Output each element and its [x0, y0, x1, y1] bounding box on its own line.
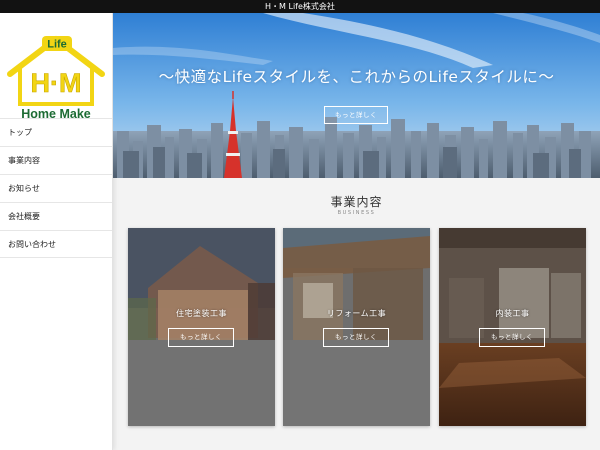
hero-headline: 〜快適なLifeスタイルを、これからのLifeスタイルに〜 — [158, 68, 555, 86]
main-nav: トップ 事業内容 お知らせ 会社概要 お問い合わせ — [0, 118, 112, 258]
business-section-subtitle: BUSINESS — [337, 210, 376, 216]
hero-more-button[interactable]: もっと詳しく — [324, 106, 388, 124]
card-more-button[interactable]: もっと詳しく — [479, 328, 545, 347]
nav-item-top[interactable]: トップ — [0, 118, 112, 146]
card-more-button[interactable]: もっと詳しく — [323, 328, 389, 347]
nav-item-business[interactable]: 事業内容 — [0, 146, 112, 174]
nav-item-label: お問い合わせ — [8, 240, 56, 249]
renovation-photo-image — [283, 228, 430, 426]
home-make-logo[interactable]: Life H·M Home Make — [4, 27, 108, 123]
logo-badge: Life — [47, 39, 67, 51]
nav-item-label: お知らせ — [8, 184, 40, 193]
card-label: リフォーム工事 — [326, 309, 387, 318]
card-more-button[interactable]: もっと詳しく — [168, 328, 234, 347]
business-section-title: 事業内容 — [330, 195, 383, 209]
nav-item-contact[interactable]: お問い合わせ — [0, 230, 112, 258]
site-title-bar: H・M Life株式会社 — [0, 0, 600, 13]
card-interior[interactable]: 内装工事 もっと詳しく — [439, 228, 586, 426]
hero-banner: 〜快適なLifeスタイルを、これからのLifeスタイルに〜 もっと詳しく — [113, 13, 600, 178]
card-house-painting[interactable]: 住宅塗装工事 もっと詳しく — [128, 228, 275, 426]
house-logo-icon: Life H·M Home Make — [7, 36, 105, 121]
tokyo-skyline-image — [113, 13, 600, 178]
logo-monogram: H·M — [31, 68, 82, 98]
card-renovation[interactable]: リフォーム工事 もっと詳しく — [283, 228, 430, 426]
nav-item-label: トップ — [8, 128, 32, 137]
nav-item-news[interactable]: お知らせ — [0, 174, 112, 202]
nav-item-company[interactable]: 会社概要 — [0, 202, 112, 230]
nav-item-label: 事業内容 — [8, 156, 40, 165]
sidebar: Life H·M Home Make トップ 事業内容 お知らせ 会社概要 お問… — [0, 13, 113, 450]
house-photo-image — [128, 228, 275, 426]
card-label: 内装工事 — [495, 309, 530, 318]
card-label: 住宅塗装工事 — [176, 309, 227, 318]
site-title: H・M Life株式会社 — [265, 2, 335, 11]
nav-item-label: 会社概要 — [8, 212, 40, 221]
interior-photo-image — [439, 228, 586, 426]
